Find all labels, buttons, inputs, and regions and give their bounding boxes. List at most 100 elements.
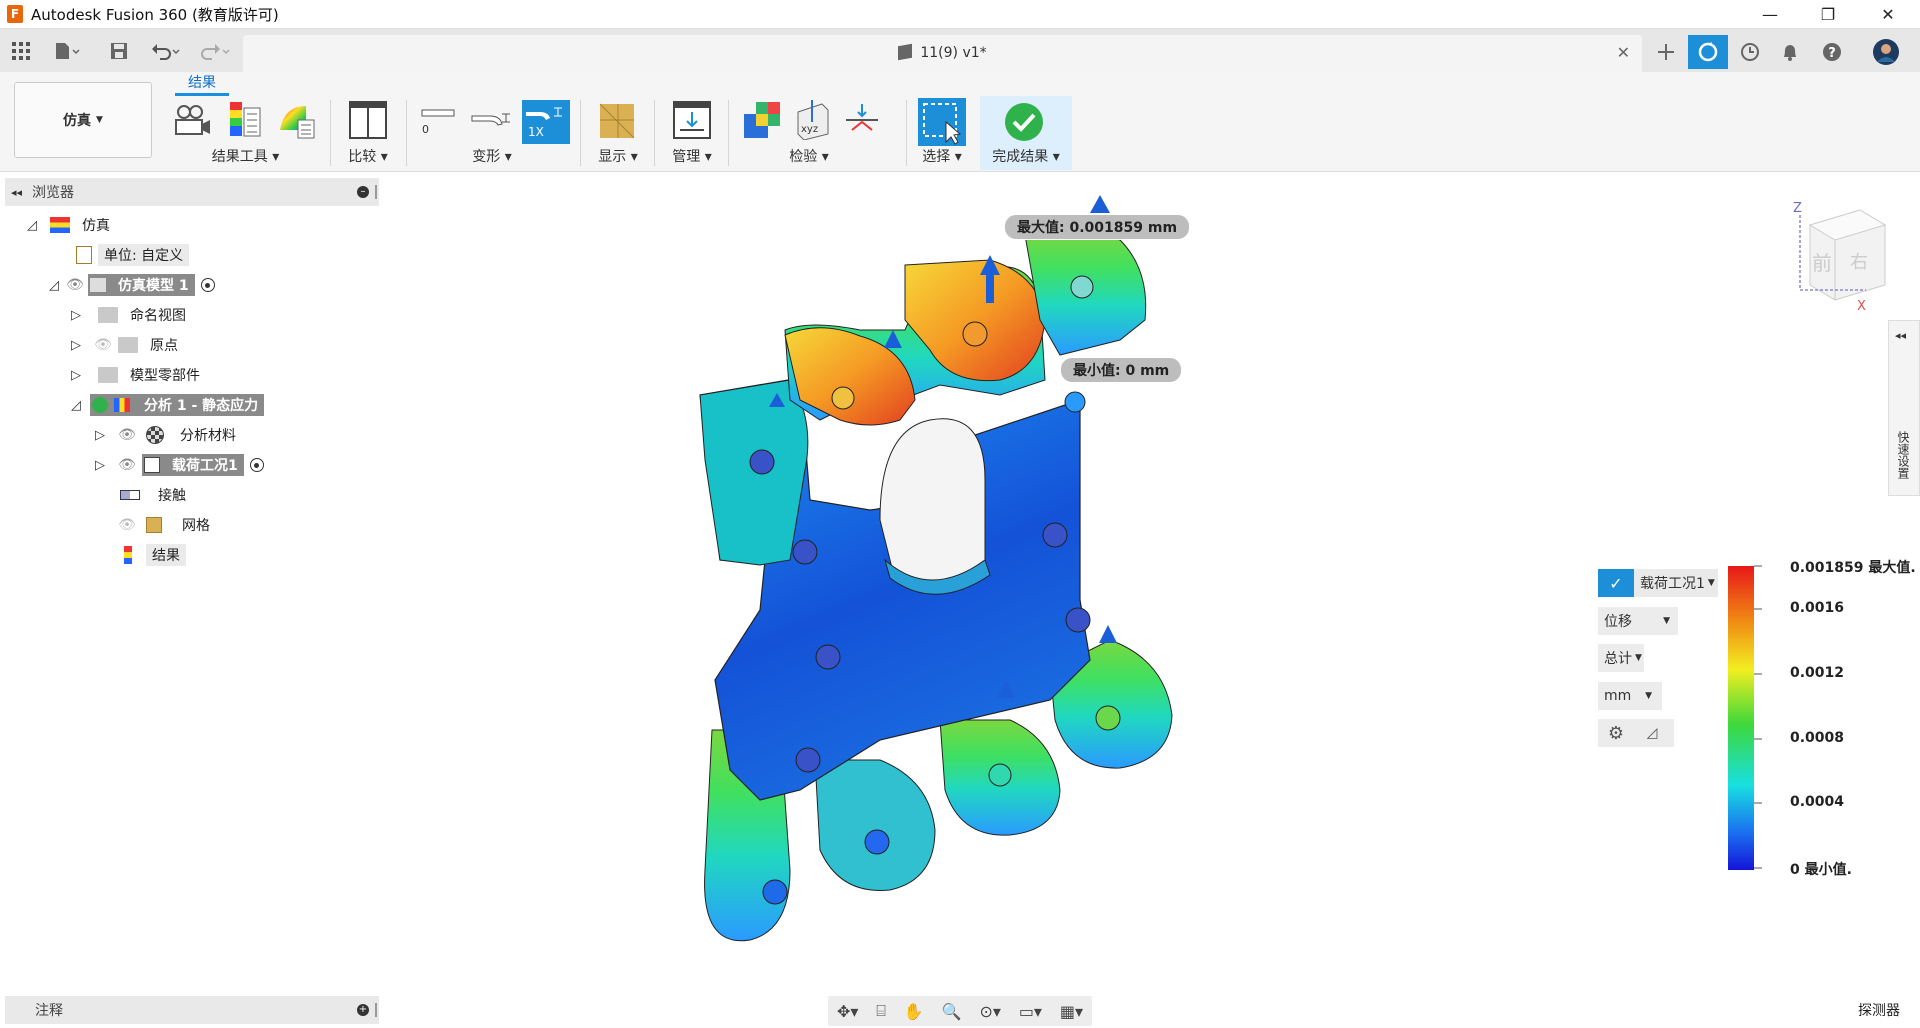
group-manage: 管理 ▾: [660, 98, 724, 170]
animate-icon[interactable]: [172, 100, 212, 140]
bell-icon[interactable]: [1770, 35, 1810, 69]
group-label-result-tools[interactable]: 结果工具 ▾: [168, 146, 323, 166]
group-result-tools: 结果工具 ▾: [168, 98, 323, 170]
undo-icon[interactable]: [146, 37, 186, 65]
orbit-icon[interactable]: ✥▾: [837, 1002, 858, 1021]
group-label-compare[interactable]: 比较 ▾: [336, 146, 400, 166]
legend-triangle-icon[interactable]: ◿: [1634, 725, 1670, 741]
group-label-manage[interactable]: 管理 ▾: [660, 146, 724, 166]
component-label: 总计: [1604, 651, 1632, 667]
results-legend: ✓ 载荷工况1 ▼ 位移 ▼ 总计 ▼ mm ▼ ⚙ ◿ 0.001859 最大值. 0…: [1594, 560, 1920, 883]
window-close-button[interactable]: ✕: [1860, 0, 1916, 28]
file-icon[interactable]: [48, 37, 86, 65]
multi-results-icon[interactable]: [276, 100, 316, 140]
svg-text:xyz: xyz: [801, 124, 818, 135]
viewcube-front-label[interactable]: 前: [1812, 251, 1832, 275]
legend-tick-label: 0.001859 最大值.: [1790, 560, 1916, 576]
legend-tick-label: 0.0012: [1790, 665, 1845, 681]
axis-z-label: Z: [1793, 201, 1802, 216]
avatar[interactable]: [1866, 35, 1906, 69]
sync-icon[interactable]: [1688, 35, 1728, 69]
group-label-deform[interactable]: 变形 ▾: [412, 146, 572, 166]
zoom-icon[interactable]: 🔍: [942, 1002, 962, 1021]
clock-icon[interactable]: [1730, 35, 1770, 69]
load-case-dropdown[interactable]: ✓ 载荷工况1 ▼: [1598, 569, 1718, 597]
group-compare: 比较 ▾: [336, 98, 400, 170]
save-icon[interactable]: [106, 37, 132, 65]
restore-button[interactable]: ❐: [1800, 0, 1856, 28]
minimize-button[interactable]: —: [1742, 0, 1798, 28]
load-case-toggle-icon[interactable]: ✓: [1598, 569, 1634, 597]
navigation-bar: ✥▾ ⌸ ✋ 🔍 ⊙▾ ▭▾ ▦▾: [828, 996, 1092, 1026]
group-display: 显示 ▾: [586, 98, 650, 170]
group-label-display[interactable]: 显示 ▾: [586, 146, 650, 166]
quick-settings-label: 快速设置: [1896, 431, 1910, 479]
results-legend-icon[interactable]: [226, 100, 266, 140]
expand-panel-icon[interactable]: ◂◂: [1895, 329, 1906, 342]
group-label-inspect[interactable]: 检验 ▾: [734, 146, 884, 166]
viewcube[interactable]: 前 右 Z X: [1793, 201, 1887, 314]
legend-options: ⚙ ◿: [1598, 719, 1674, 747]
group-label-select[interactable]: 选择 ▾: [910, 146, 974, 166]
svg-text:0: 0: [422, 123, 429, 136]
group-select: 选择 ▾: [910, 98, 974, 170]
actual-deform-icon[interactable]: [470, 100, 510, 140]
gear-icon[interactable]: ⚙: [1598, 723, 1634, 744]
display-settings-icon[interactable]: ▭▾: [1019, 1002, 1042, 1021]
annotations-panel[interactable]: 注释 +: [5, 996, 379, 1024]
group-deform: 0 1X 变形 ▾: [412, 98, 572, 170]
plus-icon[interactable]: [1646, 35, 1686, 69]
viewcube-right-label[interactable]: 右: [1850, 252, 1868, 273]
ribbon: 仿真 ▼ 结果 结果工具 ▾ 比较 ▾ 0 1X 变形 ▾ 显示 ▾ 管理 ▾ …: [0, 72, 1920, 172]
tab-results[interactable]: 结果: [175, 72, 229, 96]
workspace-switcher[interactable]: 仿真 ▼: [14, 82, 152, 158]
manage-icon[interactable]: [672, 100, 712, 140]
legend-tick-label: 0.0008: [1790, 730, 1845, 746]
max-value-tooltip: 最大值: 0.001859 mm: [1004, 214, 1191, 240]
close-icon[interactable]: ✕: [1617, 43, 1630, 62]
result-type-label: 位移: [1604, 614, 1632, 630]
svg-text:1X: 1X: [528, 125, 544, 139]
document-title: 11(9) v1*: [920, 45, 987, 61]
workspace-label: 仿真: [63, 113, 92, 129]
quick-settings-panel[interactable]: ◂◂ 快速设置: [1888, 320, 1920, 496]
document-tab[interactable]: 11(9) v1* ✕: [243, 35, 1642, 73]
pan-icon[interactable]: ✋: [904, 1002, 924, 1021]
window-title: Autodesk Fusion 360 (教育版许可): [31, 5, 279, 24]
legend-tick-label: 0.0004: [1790, 794, 1845, 810]
simulation-model[interactable]: [699, 195, 1173, 942]
surface-probes-icon[interactable]: [742, 100, 782, 140]
unit-label: mm: [1604, 688, 1632, 704]
select-icon[interactable]: [918, 98, 966, 146]
component-dropdown[interactable]: 总计 ▼: [1598, 644, 1644, 672]
result-type-dropdown[interactable]: 位移 ▼: [1598, 607, 1678, 635]
group-inspect: xyz 检验 ▾: [734, 98, 884, 170]
display-icon[interactable]: [598, 100, 638, 140]
group-finish: 完成结果 ▾: [980, 96, 1072, 170]
legend-tick-label: 0 最小值.: [1790, 862, 1852, 878]
axis-x-label: X: [1857, 299, 1866, 314]
grid-icon[interactable]: [8, 37, 34, 65]
svg-text:?: ?: [1828, 46, 1836, 61]
probe-label[interactable]: 探测器: [1858, 1000, 1900, 1020]
fit-icon[interactable]: ⊙▾: [979, 1002, 1000, 1021]
fusion-logo-icon: F: [7, 5, 23, 23]
group-label-finish[interactable]: 完成结果 ▾: [980, 146, 1072, 166]
finish-results-icon[interactable]: [1004, 102, 1044, 142]
grid-settings-icon[interactable]: ▦▾: [1060, 1002, 1083, 1021]
min-value-tooltip: 最小值: 0 mm: [1060, 357, 1183, 383]
undeformed-icon[interactable]: 0: [418, 100, 458, 140]
legend-tick-label: 0.0016: [1790, 600, 1845, 616]
add-annotation-icon[interactable]: +: [357, 1004, 369, 1016]
pin-handle[interactable]: [375, 1003, 377, 1017]
redo-icon[interactable]: [196, 37, 236, 65]
section-analysis-icon[interactable]: [842, 100, 882, 140]
compare-icon[interactable]: [348, 100, 388, 140]
load-case-label: 载荷工况1: [1640, 576, 1705, 592]
annotations-label: 注释: [35, 1003, 63, 1019]
adjusted-deform-icon[interactable]: 1X: [522, 100, 570, 144]
look-at-icon[interactable]: ⌸: [876, 1001, 886, 1021]
point-probes-icon[interactable]: xyz: [792, 100, 832, 141]
unit-dropdown[interactable]: mm ▼: [1598, 682, 1662, 710]
help-icon[interactable]: ?: [1812, 35, 1852, 69]
